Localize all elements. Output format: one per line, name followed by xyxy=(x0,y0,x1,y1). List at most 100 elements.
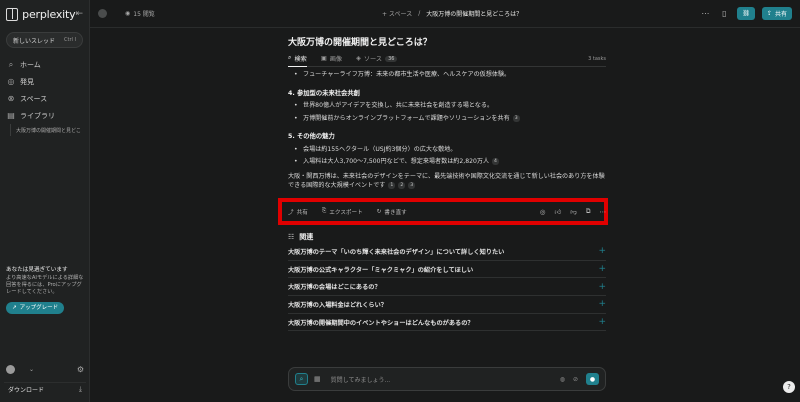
share-label: 共有 xyxy=(296,209,308,216)
thread-content: 大阪万博の開催期間と見どころは？ ⌕ 検索 ▣ 画像 ◈ ソース 36 3 ta… xyxy=(288,28,606,191)
citation-badge[interactable]: 3 xyxy=(512,114,520,122)
citation-badge[interactable]: 3 xyxy=(408,182,416,189)
sidebar-item-label: 発見 xyxy=(20,77,34,86)
voice-button[interactable]: ● xyxy=(586,373,599,385)
add-to-space-link[interactable]: + スペース xyxy=(382,9,412,18)
breadcrumb: + スペース / 大阪万博の開催期間と見どころは？ xyxy=(382,9,522,18)
related-question[interactable]: 大阪万博のテーマ「いのち輝く未来社会のデザイン」について詳しく知りたい + xyxy=(288,243,606,261)
summary-text: 大阪・関西万博は、未来社会のデザインをテーマに、最先端技術や国際文化交流を通じて… xyxy=(288,172,605,190)
image-icon: ▣ xyxy=(320,55,327,62)
top-bar: ◉ 15 閲覧 + スペース / 大阪万博の開催期間と見どころは？ ⋯ ▯ ⛓ … xyxy=(90,0,800,28)
related-question[interactable]: 大阪万博の会場はどこにあるの？ + xyxy=(288,278,606,297)
plus-icon[interactable]: + xyxy=(598,317,606,327)
related-question-text: 大阪万博の入場料金はどれくらい？ xyxy=(288,301,387,309)
related-question[interactable]: 大阪万博の公式キャラクター「ミャクミャク」の紹介をしてほしい + xyxy=(288,261,606,279)
tab-search[interactable]: ⌕ 検索 xyxy=(288,51,307,67)
share-icon: ⇪ xyxy=(766,10,772,17)
library-thread-link[interactable]: 大阪万博の開催期間と見どこ xyxy=(10,124,86,136)
related-question[interactable]: 大阪万博の入場料金はどれくらい？ + xyxy=(288,296,606,314)
more-icon[interactable]: ⋯ xyxy=(699,8,711,20)
thread-title: 大阪万博の開催期間と見どころは？ xyxy=(426,11,523,18)
list-item-text: 世界80億人がアイデアを交換し、共に未来社会を創造する場となる。 xyxy=(303,102,494,109)
download-icon: ⤓ xyxy=(78,385,82,393)
related-question-text: 大阪万博の会場はどこにあるの？ xyxy=(288,284,381,292)
tab-sources[interactable]: ◈ ソース 36 xyxy=(356,51,398,67)
related-question[interactable]: 大阪万博の開催期間中のイベントやショーはどんなものがあるの？ + xyxy=(288,314,606,332)
related-icon: ☷ xyxy=(288,233,295,241)
link-button[interactable]: ⛓ xyxy=(737,7,755,20)
sidebar: perplexity ⇤ 新しいスレッド Ctrl I ⌕ ホーム ◎ 発見 ⊗… xyxy=(0,0,90,402)
tasks-link[interactable]: 3 tasks xyxy=(588,56,606,62)
tab-label: 検索 xyxy=(294,55,307,63)
copy-icon[interactable]: ⧉ xyxy=(586,207,591,216)
attach-icon[interactable]: ⊘ xyxy=(573,376,578,383)
sources-count: 36 xyxy=(385,55,398,62)
upgrade-button[interactable]: ↗ アップグレード xyxy=(6,302,65,314)
account-menu[interactable]: ⌄ ⚙ xyxy=(0,360,90,378)
section-heading: 4. 参加型の未来社会共創 xyxy=(288,89,360,97)
tab-images[interactable]: ▣ 画像 xyxy=(321,51,342,67)
answer-body: フューチャーライフ万博：未来の都市生活や医療、ヘルスケアの仮想体験。 4. 参加… xyxy=(288,69,606,191)
new-thread-label: 新しいスレッド xyxy=(13,37,56,45)
sidebar-item-home[interactable]: ⌕ ホーム xyxy=(0,56,89,73)
sources-view-icon[interactable]: ◎ xyxy=(540,208,546,216)
app-name[interactable]: perplexity xyxy=(22,8,75,21)
research-mode-icon[interactable]: ▦ xyxy=(314,375,321,383)
share-label: 共有 xyxy=(774,11,787,18)
search-icon: ⌕ xyxy=(288,54,292,61)
related-heading: ☷ 関連 xyxy=(288,231,606,243)
library-icon: ▤ xyxy=(7,111,15,120)
tab-label: ソース xyxy=(363,56,383,63)
help-button[interactable]: ? xyxy=(783,381,795,393)
arrow-icon: ↗ xyxy=(12,304,17,311)
list-item: 万博開催前からオンラインプラットフォームで課題やソリューションを共有3 xyxy=(294,113,606,126)
download-button[interactable]: ダウンロード ⤓ xyxy=(4,382,86,396)
link-icon: ⛓ xyxy=(742,10,750,17)
user-avatar[interactable] xyxy=(98,9,107,18)
collapse-sidebar-icon[interactable]: ⇤ xyxy=(75,9,83,19)
rewrite-button[interactable]: ↻ 書き直す xyxy=(377,208,407,216)
follow-up-placeholder[interactable]: 質問してみましょう... xyxy=(331,375,391,384)
sources-icon: ◈ xyxy=(356,55,361,62)
new-thread-button[interactable]: 新しいスレッド Ctrl I xyxy=(6,32,83,48)
thumbs-down-icon[interactable]: 👎︎ xyxy=(570,208,577,216)
plus-icon[interactable]: + xyxy=(598,282,606,292)
more-icon[interactable]: ⋯ xyxy=(600,208,607,216)
upsell-body: より高速なAIモデルによる詳細な回答を得るには、Proにアップグレードしてくださ… xyxy=(6,275,84,295)
citation-badge[interactable]: 4 xyxy=(492,158,499,165)
plus-icon[interactable]: + xyxy=(598,264,606,274)
share-answer-button[interactable]: ⤴ 共有 xyxy=(288,208,308,216)
globe-icon[interactable]: ◍ xyxy=(560,376,565,383)
sidebar-item-label: ホーム xyxy=(20,60,41,69)
perplexity-logo-icon[interactable] xyxy=(6,7,19,21)
related-question-text: 大阪万博の開催期間中のイベントやショーはどんなものがあるの？ xyxy=(288,319,474,327)
bookmark-icon[interactable]: ▯ xyxy=(718,8,730,20)
avatar[interactable] xyxy=(6,364,15,374)
sidebar-item-label: ライブラリ xyxy=(20,111,55,120)
sidebar-item-library[interactable]: ▤ ライブラリ xyxy=(0,107,89,124)
search-mode-icon[interactable]: ⌕ xyxy=(295,373,308,385)
upsell-title: あなたは見過ぎています xyxy=(6,267,68,273)
gear-icon[interactable]: ⚙ xyxy=(77,365,84,374)
sidebar-item-discover[interactable]: ◎ 発見 xyxy=(0,73,89,90)
rewrite-label: 書き直す xyxy=(384,209,407,216)
list-item: フューチャーライフ万博：未来の都市生活や医療、ヘルスケアの仮想体験。 xyxy=(294,69,606,82)
tab-label: 画像 xyxy=(329,56,343,63)
upgrade-prompt: あなたは見過ぎています より高速なAIモデルによる詳細な回答を得るには、Proに… xyxy=(6,267,86,314)
share-button[interactable]: ⇪ 共有 xyxy=(761,7,792,20)
follow-up-input[interactable]: ⌕ ▦ 質問してみましょう... ◍ ⊘ ● xyxy=(288,367,606,391)
related-section: ☷ 関連 大阪万博のテーマ「いのち輝く未来社会のデザイン」について詳しく知りたい… xyxy=(288,231,606,332)
related-question-text: 大阪万博の公式キャラクター「ミャクミャク」の紹介をしてほしい xyxy=(288,266,474,274)
sidebar-item-spaces[interactable]: ⊗ スペース xyxy=(0,90,89,107)
rewrite-icon: ↻ xyxy=(376,208,382,215)
citation-badge[interactable]: 2 xyxy=(398,182,406,189)
plus-icon[interactable]: + xyxy=(598,246,606,256)
thumbs-up-icon[interactable]: 👍︎ xyxy=(554,208,561,216)
plus-icon[interactable]: + xyxy=(598,299,606,309)
answer-action-bar: ⤴ 共有 ⎘ エクスポート ↻ 書き直す ◎ 👍︎ 👎︎ ⧉ ⋯ xyxy=(288,205,606,218)
citation-badge[interactable]: 1 xyxy=(388,182,396,189)
export-button[interactable]: ⎘ エクスポート xyxy=(322,208,363,216)
list-item-text: 会場は約155ヘクタール（USJ約3個分）の広大な敷地。 xyxy=(303,145,457,153)
globe-icon: ◎ xyxy=(7,77,15,86)
chevron-down-icon[interactable]: ⌄ xyxy=(29,366,34,373)
